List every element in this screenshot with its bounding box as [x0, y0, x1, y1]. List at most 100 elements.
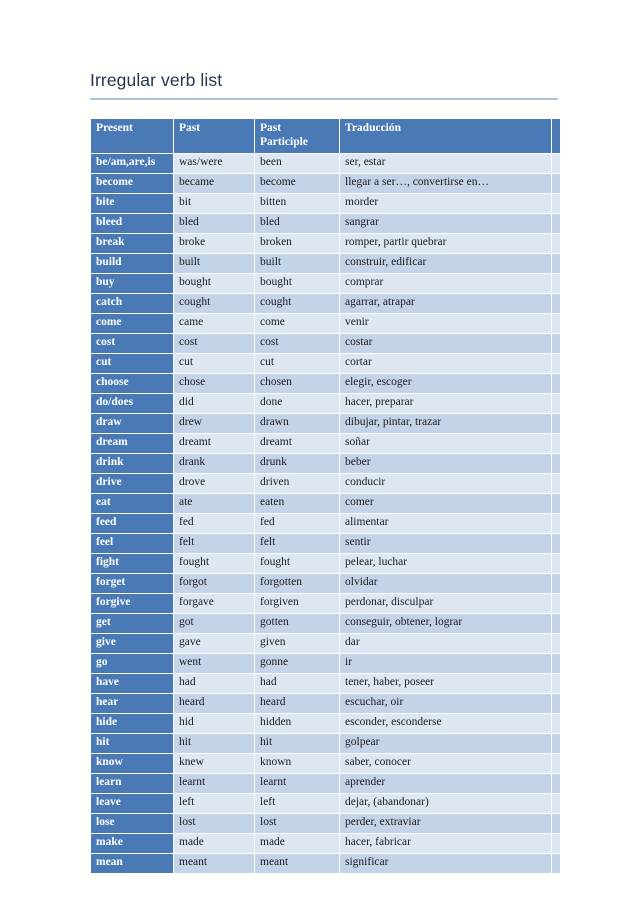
verb-cell-past-participle: meant — [255, 854, 339, 873]
verb-cell-past: left — [174, 794, 254, 813]
verb-cell-past-participle: bled — [255, 214, 339, 233]
verb-cell-present: become — [91, 174, 173, 193]
table-row: get got gotten conseguir, obtener, lograr — [91, 614, 560, 633]
verb-cell-traduccion: sangrar — [340, 214, 551, 233]
verb-cell-past: knew — [174, 754, 254, 773]
verb-cell-spacer — [552, 454, 560, 473]
verb-cell-spacer — [552, 214, 560, 233]
verb-cell-past-participle: given — [255, 634, 339, 653]
verb-cell-spacer — [552, 274, 560, 293]
table-row: hide hid hidden esconder, esconderse — [91, 714, 560, 733]
verb-cell-present: draw — [91, 414, 173, 433]
table-header: Present Past Past Participle Traducción — [91, 119, 560, 153]
verb-cell-present: feed — [91, 514, 173, 533]
verb-cell-past: hid — [174, 714, 254, 733]
verb-cell-traduccion: perder, extraviar — [340, 814, 551, 833]
verb-cell-spacer — [552, 254, 560, 273]
verb-cell-present: drive — [91, 474, 173, 493]
verb-cell-traduccion: conducir — [340, 474, 551, 493]
table-row: drink drank drunk beber — [91, 454, 560, 473]
verb-cell-present: hear — [91, 694, 173, 713]
verb-cell-present: cut — [91, 354, 173, 373]
table-row: go went gonne ir — [91, 654, 560, 673]
verb-cell-past: heard — [174, 694, 254, 713]
column-header-spacer — [552, 119, 560, 153]
table-row: forgive forgave forgiven perdonar, disculpa… — [91, 594, 560, 613]
verb-cell-past: drove — [174, 474, 254, 493]
verb-cell-past: chose — [174, 374, 254, 393]
verb-cell-past: got — [174, 614, 254, 633]
verb-cell-past-participle: forgiven — [255, 594, 339, 613]
table-body: be/am,are,is was/were been ser, estar become… — [91, 154, 560, 873]
verb-cell-spacer — [552, 334, 560, 353]
verb-cell-past-participle: cost — [255, 334, 339, 353]
verb-cell-present: come — [91, 314, 173, 333]
verb-cell-present: go — [91, 654, 173, 673]
verb-cell-present: bite — [91, 194, 173, 213]
verb-cell-past-participle: been — [255, 154, 339, 173]
verb-cell-past-participle: had — [255, 674, 339, 693]
verb-cell-spacer — [552, 574, 560, 593]
verb-cell-traduccion: ir — [340, 654, 551, 673]
column-header-past-participle-line1: Past — [260, 122, 282, 134]
table-row: bleed bled bled sangrar — [91, 214, 560, 233]
verb-cell-traduccion: agarrar, atrapar — [340, 294, 551, 313]
verb-cell-past: cought — [174, 294, 254, 313]
verb-cell-past-participle: lost — [255, 814, 339, 833]
verb-cell-past: was/were — [174, 154, 254, 173]
verb-cell-traduccion: significar — [340, 854, 551, 873]
verb-cell-spacer — [552, 234, 560, 253]
table-row: mean meant meant significar — [91, 854, 560, 873]
table-row: cost cost cost costar — [91, 334, 560, 353]
column-header-present: Present — [91, 119, 173, 153]
table-row: come came come venir — [91, 314, 560, 333]
verb-cell-traduccion: tener, haber, poseer — [340, 674, 551, 693]
verb-cell-past-participle: fought — [255, 554, 339, 573]
table-row: eat ate eaten comer — [91, 494, 560, 513]
verb-cell-past: did — [174, 394, 254, 413]
verb-cell-spacer — [552, 674, 560, 693]
verb-cell-traduccion: soñar — [340, 434, 551, 453]
verb-cell-present: break — [91, 234, 173, 253]
verb-cell-past-participle: hidden — [255, 714, 339, 733]
verb-cell-spacer — [552, 694, 560, 713]
verb-cell-traduccion: aprender — [340, 774, 551, 793]
verb-cell-traduccion: conseguir, obtener, lograr — [340, 614, 551, 633]
table-row: leave left left dejar, (abandonar) — [91, 794, 560, 813]
verb-cell-past-participle: fed — [255, 514, 339, 533]
verb-cell-past: bought — [174, 274, 254, 293]
verb-cell-traduccion: cortar — [340, 354, 551, 373]
verb-cell-spacer — [552, 794, 560, 813]
table-row: draw drew drawn dibujar, pintar, trazar — [91, 414, 560, 433]
table-row: lose lost lost perder, extraviar — [91, 814, 560, 833]
verb-cell-spacer — [552, 434, 560, 453]
verb-cell-past: drew — [174, 414, 254, 433]
verb-cell-present: mean — [91, 854, 173, 873]
verb-cell-present: know — [91, 754, 173, 773]
verb-cell-traduccion: venir — [340, 314, 551, 333]
verb-cell-traduccion: perdonar, disculpar — [340, 594, 551, 613]
verb-cell-present: bleed — [91, 214, 173, 233]
verb-cell-past: forgot — [174, 574, 254, 593]
table-row: feed fed fed alimentar — [91, 514, 560, 533]
table-row: learn learnt learnt aprender — [91, 774, 560, 793]
verb-cell-past-participle: felt — [255, 534, 339, 553]
verb-cell-present: be/am,are,is — [91, 154, 173, 173]
verb-cell-spacer — [552, 154, 560, 173]
verb-cell-past: felt — [174, 534, 254, 553]
verb-cell-past-participle: driven — [255, 474, 339, 493]
verb-cell-traduccion: comprar — [340, 274, 551, 293]
verb-cell-spacer — [552, 314, 560, 333]
verb-cell-past-participle: bought — [255, 274, 339, 293]
verb-cell-present: leave — [91, 794, 173, 813]
verb-cell-past: bit — [174, 194, 254, 213]
verb-cell-spacer — [552, 474, 560, 493]
verb-cell-traduccion: dar — [340, 634, 551, 653]
verb-cell-spacer — [552, 594, 560, 613]
verb-cell-spacer — [552, 514, 560, 533]
verb-cell-present: eat — [91, 494, 173, 513]
table-row: forget forgot forgotten olvidar — [91, 574, 560, 593]
verb-cell-present: feel — [91, 534, 173, 553]
table-row: feel felt felt sentir — [91, 534, 560, 553]
verb-cell-past-participle: heard — [255, 694, 339, 713]
